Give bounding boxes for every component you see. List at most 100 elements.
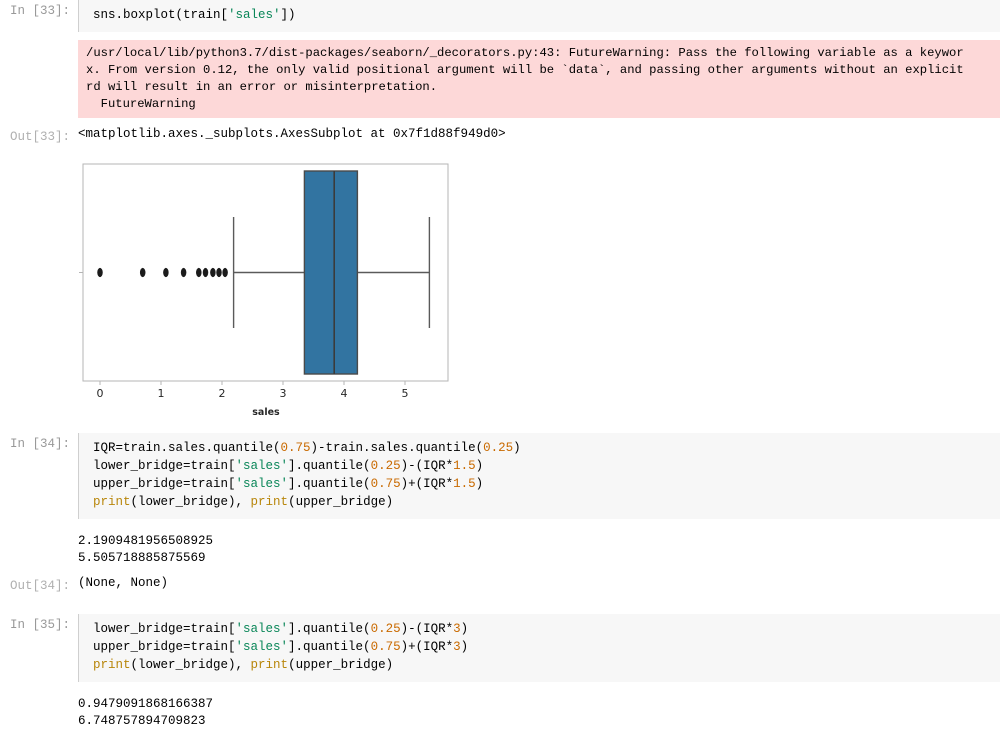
tok: IQR=train.sales.quantile( <box>93 441 281 455</box>
code-editor-35[interactable]: lower_bridge=train['sales'].quantile(0.2… <box>78 614 1000 682</box>
figure-output-33: 0 1 2 3 4 5 sales <box>0 159 1000 419</box>
stdout-output-34: 2.1909481956508925 5.505718885875569 <box>0 533 1000 567</box>
tok: ].quantile( <box>288 640 371 654</box>
outlier-point <box>180 267 187 278</box>
result-wrapper-34: (None, None) <box>78 575 1000 592</box>
stdout-line-2: 6.748757894709823 <box>78 714 206 728</box>
x-axis-ticks <box>99 381 406 385</box>
tok: lower_bridge=train[ <box>93 622 236 636</box>
x-ticklabel-0: 0 <box>97 387 104 400</box>
tok-num: 0.75 <box>370 640 401 654</box>
tok: (upper_bridge) <box>288 495 394 509</box>
prompt-blank-figure <box>0 159 78 162</box>
figure-wrapper: 0 1 2 3 4 5 sales <box>78 159 1000 419</box>
tok: (upper_bridge) <box>288 658 394 672</box>
stdout-wrapper-34: 2.1909481956508925 5.505718885875569 <box>78 533 1000 567</box>
prompt-blank-stdout-35 <box>0 696 78 699</box>
tok-num: 3 <box>453 622 461 636</box>
tok-num: 0.25 <box>370 459 401 473</box>
result-text-33: <matplotlib.axes._subplots.AxesSubplot a… <box>78 127 506 141</box>
tok-fn: print <box>93 658 131 672</box>
outlier-points <box>97 267 228 278</box>
outlier-point <box>222 267 228 278</box>
tok: )+(IQR* <box>400 477 454 491</box>
prompt-out-34: Out[34]: <box>9 579 70 593</box>
prompt-blank-stderr <box>0 40 78 43</box>
outlier-point <box>202 267 209 278</box>
tok: ) <box>513 441 521 455</box>
result-wrapper-33: <matplotlib.axes._subplots.AxesSubplot a… <box>78 126 1000 143</box>
tok-fn: print <box>93 495 131 509</box>
result-output-33: Out[33]: <matplotlib.axes._subplots.Axes… <box>0 126 1000 145</box>
code-source-34[interactable]: IQR=train.sales.quantile(0.75)-train.sal… <box>93 439 1000 511</box>
outlier-point <box>216 267 222 278</box>
prompt-out-33: Out[33]: <box>9 130 70 144</box>
outlier-point <box>97 267 103 278</box>
tok: )-train.sales.quantile( <box>310 441 484 455</box>
result-output-34: Out[34]: (None, None) <box>0 575 1000 594</box>
tok: ].quantile( <box>288 622 371 636</box>
code-editor-34[interactable]: IQR=train.sales.quantile(0.75)-train.sal… <box>78 433 1000 519</box>
tok-fn: print <box>250 495 289 509</box>
prompt-in-35: In [35]: <box>9 618 70 632</box>
stdout-line-2: 5.505718885875569 <box>78 551 206 565</box>
tok-num: 0.75 <box>280 441 311 455</box>
code-editor-33[interactable]: sns.boxplot(train['sales']) <box>78 0 1000 32</box>
warning-text: /usr/local/lib/python3.7/dist-packages/s… <box>78 40 1000 118</box>
box-rect <box>303 170 359 375</box>
x-ticklabel-3: 3 <box>280 387 287 400</box>
code-source-33[interactable]: sns.boxplot(train['sales']) <box>93 6 1000 24</box>
notebook-container: In [33]: sns.boxplot(train['sales']) /us… <box>0 0 1000 730</box>
tok: (lower_bridge), <box>130 495 251 509</box>
x-axis-label: sales <box>252 407 280 418</box>
tok: lower_bridge=train[ <box>93 459 236 473</box>
outlier-point <box>163 267 169 278</box>
stdout-line-1: 0.9479091868166387 <box>78 697 214 711</box>
tok-num: 0.25 <box>370 622 401 636</box>
tok-str: 'sales' <box>235 459 289 473</box>
code-source-35[interactable]: lower_bridge=train['sales'].quantile(0.2… <box>93 620 1000 674</box>
stdout-text-34: 2.1909481956508925 5.505718885875569 <box>78 533 1000 567</box>
result-text-34: (None, None) <box>78 576 169 590</box>
outlier-point <box>210 267 216 278</box>
tok: )-(IQR* <box>400 622 454 636</box>
stderr-wrapper: /usr/local/lib/python3.7/dist-packages/s… <box>78 40 1000 118</box>
stdout-output-35: 0.9479091868166387 6.748757894709823 <box>0 696 1000 730</box>
outlier-point <box>196 267 202 278</box>
stdout-text-35: 0.9479091868166387 6.748757894709823 <box>78 696 1000 730</box>
tok-str: 'sales' <box>235 622 289 636</box>
stdout-line-1: 2.1909481956508925 <box>78 534 214 548</box>
x-ticklabel-2: 2 <box>219 387 226 400</box>
prompt-blank-stdout-34 <box>0 533 78 536</box>
code-cell-33[interactable]: In [33]: sns.boxplot(train['sales']) <box>0 0 1000 32</box>
tok: ) <box>475 459 484 473</box>
x-ticklabel-4: 4 <box>341 387 348 400</box>
tok: )-(IQR* <box>400 459 454 473</box>
boxplot-chart: 0 1 2 3 4 5 sales <box>79 163 449 418</box>
tok-str: 'sales' <box>235 640 289 654</box>
x-ticklabel-1: 1 <box>158 387 165 400</box>
stderr-output-33: /usr/local/lib/python3.7/dist-packages/s… <box>0 40 1000 118</box>
prompt-in-33: In [33]: <box>9 4 70 18</box>
tok: (lower_bridge), <box>130 658 251 672</box>
prompt-in-34: In [34]: <box>9 437 70 451</box>
code-token-tail: ]) <box>280 8 296 22</box>
warning-line-3: rd will result in an error or misinterpr… <box>86 80 438 94</box>
outlier-point <box>139 267 146 278</box>
tok-num: 3 <box>453 640 461 654</box>
x-ticklabel-5: 5 <box>402 387 409 400</box>
code-cell-35[interactable]: In [35]: lower_bridge=train['sales'].qua… <box>0 614 1000 682</box>
tok-num: 0.75 <box>370 477 401 491</box>
tok-num: 1.5 <box>453 459 476 473</box>
code-token-call: sns.boxplot(train[ <box>93 8 229 22</box>
tok: ].quantile( <box>288 477 371 491</box>
tok: ) <box>475 477 484 491</box>
code-cell-34[interactable]: In [34]: IQR=train.sales.quantile(0.75)-… <box>0 433 1000 519</box>
tok: )+(IQR* <box>400 640 454 654</box>
